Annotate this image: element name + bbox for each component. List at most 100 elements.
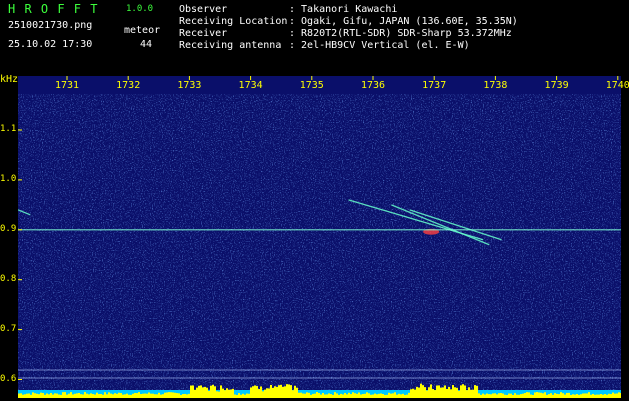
power-bar-segment	[234, 394, 236, 398]
power-bar-segment	[564, 394, 566, 398]
power-bar-segment	[322, 392, 324, 398]
power-bar-segment	[344, 393, 346, 398]
power-bar-segment	[26, 393, 28, 398]
power-bar-segment	[338, 394, 340, 398]
power-bar-segment	[84, 392, 86, 398]
file-name: 2510021730.png	[8, 20, 93, 31]
power-bar-segment	[424, 387, 426, 398]
power-bar-segment	[600, 394, 602, 398]
power-bar-segment	[610, 394, 612, 398]
power-bar-segment	[440, 387, 442, 398]
power-bar-segment	[620, 392, 622, 398]
power-bar-segment	[52, 394, 54, 398]
power-bar-segment	[24, 394, 26, 398]
power-bar-segment	[210, 385, 212, 398]
power-bar-segment	[216, 391, 218, 398]
power-bar-segment	[350, 394, 352, 398]
power-bar-segment	[584, 393, 586, 398]
power-bar-segment	[414, 389, 416, 398]
power-bar-segment	[430, 384, 432, 398]
power-bar-segment	[294, 385, 296, 398]
power-bar-segment	[140, 394, 142, 398]
power-bar-segment	[474, 385, 476, 398]
power-bar-segment	[54, 393, 56, 398]
freq-tick-label: 0.9	[0, 223, 17, 234]
power-bar-segment	[254, 385, 256, 398]
power-bar-segment	[460, 385, 462, 398]
power-bar-segment	[374, 393, 376, 398]
power-bar-segment	[456, 387, 458, 398]
power-bar-segment	[490, 394, 492, 398]
info-value-antenna: : 2el-HB9CV Vertical (el. E-W)	[289, 40, 470, 51]
power-bar-segment	[360, 394, 362, 398]
power-bar-segment	[172, 392, 174, 398]
power-bar-segment	[606, 394, 608, 398]
meteor-count: 44	[140, 39, 153, 50]
power-bar-segment	[392, 393, 394, 398]
power-bar-segment	[138, 392, 140, 398]
power-bar-segment	[502, 393, 504, 398]
power-bar-segment	[244, 394, 246, 398]
power-bar-segment	[484, 394, 486, 398]
power-bar-segment	[112, 394, 114, 398]
power-bar-segment	[408, 392, 410, 398]
power-bar-segment	[46, 393, 48, 398]
power-bar-segment	[310, 394, 312, 398]
power-bar-segment	[196, 387, 198, 398]
power-bar-segment	[284, 386, 286, 398]
power-bar-segment	[406, 394, 408, 398]
power-bar-segment	[158, 392, 160, 398]
time-tick-label: 1738	[483, 80, 508, 91]
power-bar-segment	[552, 394, 554, 398]
power-bar-segment	[126, 393, 128, 398]
power-bar-segment	[130, 394, 132, 398]
power-bar-segment	[282, 386, 284, 398]
info-value-observer: : Takanori Kawachi	[289, 4, 398, 15]
power-bar-segment	[60, 394, 62, 398]
power-bar-segment	[90, 393, 92, 398]
power-bar-segment	[178, 393, 180, 398]
power-bar-segment	[100, 393, 102, 398]
power-bar-segment	[204, 386, 206, 398]
power-bar-segment	[568, 392, 570, 398]
power-bar-segment	[168, 392, 170, 398]
power-bar-segment	[206, 387, 208, 398]
power-bar-segment	[530, 394, 532, 398]
power-bar-segment	[134, 392, 136, 398]
power-bar-segment	[182, 394, 184, 398]
power-bar-segment	[36, 393, 38, 398]
power-bar-segment	[384, 394, 386, 398]
power-bar-segment	[256, 386, 258, 398]
power-bar-segment	[208, 391, 210, 398]
power-bar-segment	[304, 393, 306, 398]
power-bar-segment	[356, 393, 358, 398]
power-bar-segment	[78, 392, 80, 398]
power-bar-segment	[64, 392, 66, 398]
power-bar-segment	[378, 393, 380, 398]
power-bar-segment	[258, 389, 260, 398]
power-bar-segment	[578, 394, 580, 398]
power-bar-segment	[446, 388, 448, 398]
freq-unit-label: kHz	[0, 74, 19, 85]
power-bar-segment	[124, 394, 126, 398]
power-bar-segment	[200, 385, 202, 398]
power-bar-segment	[68, 393, 70, 398]
power-bar-segment	[302, 393, 304, 398]
power-bar-segment	[520, 394, 522, 398]
freq-tick-label: 1.1	[0, 124, 17, 134]
power-bar-segment	[252, 386, 254, 398]
power-bar-segment	[402, 393, 404, 398]
power-bar-segment	[28, 393, 30, 398]
power-bar-segment	[288, 384, 290, 398]
app-title: H R O F F T	[8, 2, 99, 16]
power-bar-segment	[262, 391, 264, 398]
power-bar-segment	[122, 394, 124, 398]
power-bar-segment	[538, 392, 540, 398]
power-bar-segment	[570, 394, 572, 398]
power-bar-segment	[106, 394, 108, 398]
power-bar-segment	[162, 394, 164, 398]
power-bar-segment	[492, 393, 494, 398]
power-bar-segment	[486, 393, 488, 398]
power-bar-segment	[434, 390, 436, 398]
power-bar-segment	[592, 393, 594, 398]
